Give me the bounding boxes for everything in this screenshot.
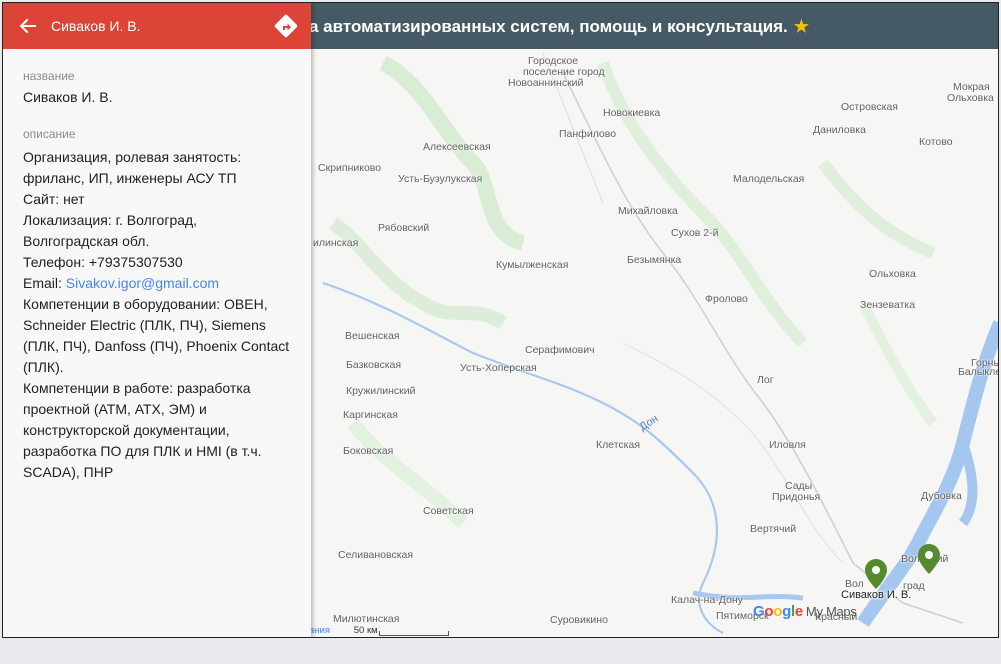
place-label: Калач-на-Дону [671, 594, 743, 606]
place-label: Панфилово [559, 128, 617, 140]
place-label: Новоаннинский [508, 77, 584, 89]
place-label: Балыклей [958, 366, 998, 378]
place-label: Вешенская [345, 330, 400, 342]
email-link[interactable]: Sivakov.igor@gmail.com [66, 275, 219, 291]
place-label: Ольховка [947, 92, 994, 104]
details-panel: Сиваков И. В. название Сиваков И. В. опи… [3, 3, 311, 637]
place-label: Зензеватка [860, 299, 916, 311]
map-title-text: а автоматизированных систем, помощь и ко… [309, 17, 788, 36]
description-part-a: Организация, ролевая занятость: фриланс,… [23, 149, 242, 270]
map-attribution-link[interactable]: ания [309, 625, 330, 636]
place-label: Новокиевка [603, 107, 661, 119]
place-label: Усть-Хоперская [460, 362, 537, 374]
place-label: Придонья [772, 491, 821, 503]
place-label: илинская [313, 237, 359, 249]
place-label: Клетская [596, 439, 641, 451]
place-label: Кружилинский [346, 385, 416, 397]
scale-bar [379, 631, 449, 636]
description-text: Организация, ролевая занятость: фриланс,… [23, 147, 291, 483]
map-title: а автоматизированных систем, помощь и ко… [309, 17, 809, 37]
place-label: Сухов 2-й [671, 227, 719, 239]
place-label: Малодельская [733, 173, 805, 185]
name-label: название [23, 69, 75, 83]
place-label: Каргинская [343, 409, 398, 421]
description-part-b: Компетенции в оборудовании: ОВЕН, Schnei… [23, 296, 290, 480]
place-label: Безымянка [627, 254, 682, 266]
location-pin-icon[interactable] [865, 559, 887, 589]
place-label: Фролово [705, 293, 748, 305]
place-label: Островская [841, 101, 898, 113]
name-value: Сиваков И. В. [23, 89, 113, 105]
place-label: Суровикино [550, 614, 608, 626]
place-label: Алексеевская [423, 141, 491, 153]
place-label: Серафимович [525, 344, 595, 356]
directions-icon[interactable] [273, 13, 299, 39]
place-label: Дубовка [921, 490, 962, 502]
map-scale: ания 50 км [309, 625, 378, 636]
place-label: Базковская [346, 359, 402, 371]
place-label: Михайловка [618, 205, 678, 217]
panel-header: Сиваков И. В. [3, 3, 311, 49]
panel-body: название Сиваков И. В. описание Организа… [3, 49, 311, 483]
email-prefix: Email: [23, 275, 66, 291]
place-label: Кумылженская [496, 259, 569, 271]
my-maps-label: My Maps [805, 604, 857, 619]
google-my-maps-logo: Google My Maps [753, 603, 857, 620]
place-label: Милютинская [333, 613, 400, 625]
place-label: Усть-Бузулукская [398, 173, 483, 185]
scale-text: 50 км [353, 625, 378, 636]
panel-title: Сиваков И. В. [51, 18, 141, 34]
description-label: описание [23, 127, 76, 141]
place-label: Иловля [769, 439, 806, 451]
place-label: Скрипниково [318, 162, 382, 174]
back-arrow-icon[interactable] [15, 13, 41, 39]
place-label: Даниловка [813, 124, 866, 136]
star-icon[interactable]: ★ [794, 17, 809, 36]
google-wordmark: Google [753, 603, 803, 620]
location-pin-icon[interactable] [918, 544, 940, 574]
pin-label: Сиваков И. В. [841, 589, 912, 601]
map-frame: Городское поселение город Новоаннинский Нов… [2, 2, 999, 638]
place-label: Боковская [343, 445, 394, 457]
place-label: Котово [919, 136, 953, 148]
place-label: Рябовский [378, 222, 430, 234]
place-label: Селивановская [338, 549, 414, 561]
place-label: Лог [757, 374, 774, 386]
place-label: Ольховка [869, 268, 916, 280]
place-label: Вертячий [750, 523, 797, 535]
place-label: Советская [423, 505, 474, 517]
